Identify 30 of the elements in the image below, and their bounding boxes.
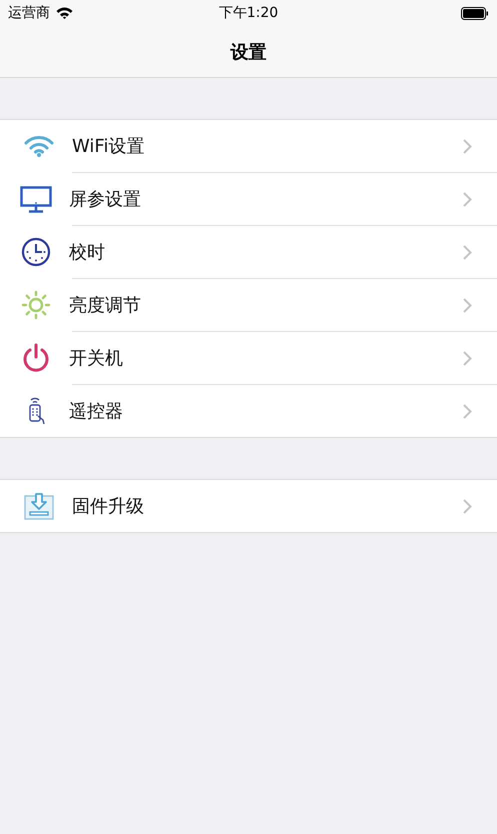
settings-row[interactable]: 亮度调节 [72, 278, 497, 331]
chevron-icon [463, 498, 472, 514]
monitor-icon [20, 186, 52, 212]
clock-icon [21, 237, 51, 267]
wifi-signal-icon [56, 7, 73, 19]
settings-row[interactable]: 开关机 [72, 331, 497, 384]
power-icon [21, 343, 51, 373]
page-title: 设置 [230, 40, 266, 64]
row-label: 校时 [69, 241, 106, 264]
row-label: WiFi设置 [72, 135, 146, 158]
sun-icon [21, 290, 51, 320]
wifi-icon [24, 135, 54, 157]
chevron-icon [463, 350, 472, 366]
row-label: 开关机 [69, 347, 124, 370]
chevron-icon [463, 138, 472, 154]
chevron-icon [463, 404, 472, 418]
download-icon [24, 492, 54, 520]
settings-row[interactable]: 屏参设置 [72, 172, 497, 225]
settings-row[interactable]: WiFi设置 [0, 120, 497, 172]
status-time: 下午1:20 [218, 4, 278, 22]
carrier-name: 运营商 [8, 4, 50, 22]
chevron-icon [463, 192, 472, 206]
row-label: 屏参设置 [69, 188, 142, 211]
chevron-icon [463, 298, 472, 312]
row-label: 固件升级 [72, 495, 145, 518]
chevron-icon [463, 244, 472, 260]
row-label: 亮度调节 [69, 294, 142, 317]
row-label: 遥控器 [69, 400, 124, 423]
settings-row[interactable]: 固件升级 [0, 480, 497, 532]
battery-icon [461, 6, 489, 20]
